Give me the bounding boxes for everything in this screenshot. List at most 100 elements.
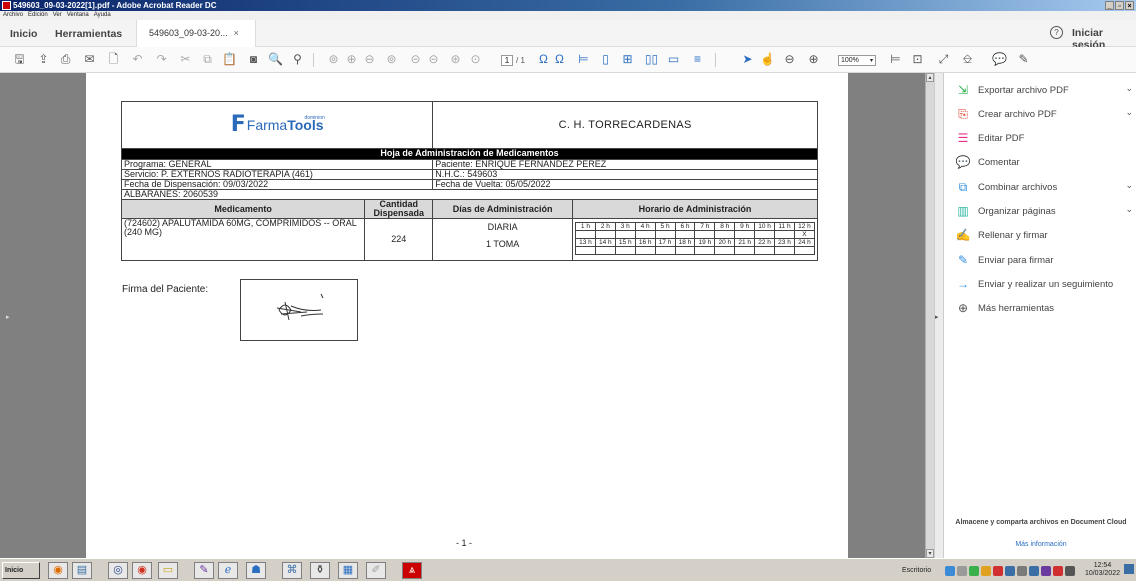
next-view-icon[interactable]: ⊝ [426, 52, 441, 67]
desktop-toolbar-label[interactable]: Escritorio [902, 567, 931, 574]
select-cursor-icon[interactable]: ➤ [740, 52, 755, 67]
save-icon[interactable]: 🖫 [12, 52, 27, 67]
print-icon[interactable]: ⎙ [58, 52, 73, 67]
first-page-icon[interactable]: ⊚ [326, 52, 341, 67]
tool-item-combine-files[interactable]: ⧉ Combinar archivos ⌄ [955, 178, 1133, 196]
chevron-down-icon[interactable]: ⌄ [1125, 83, 1133, 94]
two-page-view-icon[interactable]: ⊞ [620, 52, 635, 67]
tool-icon[interactable]: ✐ [366, 562, 386, 579]
last-page-icon[interactable]: ⊚ [384, 52, 399, 67]
draw-pen-icon[interactable]: ✎ [1016, 52, 1031, 67]
users-icon[interactable]: ☗ [246, 562, 266, 579]
menu-ver[interactable]: Ver [53, 11, 62, 20]
tray-icon[interactable] [1005, 565, 1016, 576]
tool-item-organize-pages[interactable]: ▥ Organizar páginas ⌄ [955, 202, 1133, 220]
zoom-out-icon[interactable]: ⊖ [782, 52, 797, 67]
highlight-icon[interactable]: ⎒ [960, 52, 975, 67]
menu-ayuda[interactable]: Ayuda [94, 11, 111, 20]
tool-item-send-for-signature[interactable]: ✎ Enviar para firmar [955, 251, 1133, 269]
chrome-icon[interactable]: ◉ [132, 562, 152, 579]
redo-icon[interactable]: ↷ [154, 52, 169, 67]
scroll-up-icon[interactable]: ▴ [926, 73, 934, 82]
close-tab-icon[interactable]: × [234, 28, 239, 38]
chevron-down-icon[interactable]: ⌄ [1125, 204, 1133, 215]
next-page-icon[interactable]: ⊖ [362, 52, 377, 67]
tray-icon[interactable] [957, 565, 968, 576]
chevron-down-icon[interactable]: ⌄ [1125, 180, 1133, 191]
tray-icon[interactable] [969, 565, 980, 576]
tool-item-export-pdf[interactable]: ⇲ Exportar archivo PDF ⌄ [955, 81, 1133, 99]
previous-view-icon[interactable]: ⊝ [408, 52, 423, 67]
tray-icon[interactable] [945, 565, 956, 576]
more-info-link[interactable]: Más información [949, 541, 1133, 548]
clock[interactable]: 12:54 10/03/2022 [1085, 562, 1120, 578]
full-screen-icon[interactable]: ▭ [666, 52, 681, 67]
page-view-icon[interactable]: ▯ [598, 52, 613, 67]
tray-icon[interactable] [1053, 565, 1064, 576]
vertical-scrollbar[interactable]: ▴ ▾ [925, 73, 934, 558]
tray-icon[interactable] [1017, 565, 1028, 576]
tab-tools[interactable]: Herramientas [55, 28, 122, 40]
menu-archivo[interactable]: Archivo [3, 11, 23, 20]
fit-width-icon[interactable]: ⊨ [576, 52, 591, 67]
menu-edicion[interactable]: Edición [28, 11, 48, 20]
help-icon[interactable]: ? [1050, 26, 1063, 39]
tab-home[interactable]: Inicio [10, 28, 37, 40]
previous-page-icon[interactable]: ⊕ [344, 52, 359, 67]
tool-item-fill-sign[interactable]: ✍ Rellenar y firmar [955, 226, 1133, 244]
fit-window-icon[interactable]: ⊡ [910, 52, 925, 67]
internet-explorer-icon[interactable]: ℯ [218, 562, 238, 579]
chrome-like-icon[interactable]: ◎ [108, 562, 128, 579]
close-button[interactable]: × [1125, 1, 1134, 10]
comment-toolbar-icon[interactable]: 💬 [992, 52, 1007, 67]
email-icon[interactable]: ✉ [82, 52, 97, 67]
menu-lines-icon[interactable]: ≡ [690, 52, 705, 67]
zoom-select[interactable]: 100% ▾ [838, 55, 876, 66]
calculator-icon[interactable]: ▦ [338, 562, 358, 579]
maximize-button[interactable]: ▫ [1115, 1, 1124, 10]
tray-icon[interactable] [993, 565, 1004, 576]
copy-icon[interactable]: ⧉ [200, 52, 215, 67]
paint-icon[interactable]: ✎ [194, 562, 214, 579]
tool-item-create-pdf[interactable]: ⎘ Crear archivo PDF ⌄ [955, 105, 1133, 123]
minimize-button[interactable]: _ [1105, 1, 1114, 10]
volume-icon[interactable] [1065, 565, 1076, 576]
office-icon[interactable]: ◉ [48, 562, 68, 579]
menu-ventana[interactable]: Ventana [67, 11, 89, 20]
folder-icon[interactable]: ▭ [158, 562, 178, 579]
upload-cloud-icon[interactable]: ⇪ [36, 52, 51, 67]
document-viewer[interactable]: ▸ F Farma Tools dominion C. H. TORRECARDE… [0, 73, 934, 558]
scroll-down-icon[interactable]: ▾ [926, 549, 934, 558]
app-icon[interactable]: ⚱ [310, 562, 330, 579]
tab-document[interactable]: 549603_09-03-20... × [136, 20, 256, 47]
rotate-right-icon[interactable]: Ω [552, 52, 567, 67]
acrobat-taskbar-icon[interactable]: ⩓ [402, 562, 422, 579]
chevron-down-icon[interactable]: ⌄ [1125, 107, 1133, 118]
fit-page-icon[interactable]: ⊨ [888, 52, 903, 67]
tool-item-more-tools[interactable]: ⊕ Más herramientas [955, 299, 1133, 317]
tool-item-send-track[interactable]: → Enviar y realizar un seguimiento [955, 275, 1133, 293]
undo-icon[interactable]: ↶ [130, 52, 145, 67]
paste-icon[interactable]: 📋 [222, 52, 237, 67]
left-panel-toggle-icon[interactable]: ▸ [6, 313, 10, 321]
tool-item-edit-pdf[interactable]: ☰ Editar PDF [955, 129, 1133, 147]
show-desktop-button[interactable] [1124, 564, 1134, 574]
tray-icon[interactable] [981, 565, 992, 576]
search-icon[interactable]: 🔍 [268, 52, 283, 67]
start-button[interactable]: Inicio [2, 562, 40, 579]
read-aloud-icon[interactable]: ⊛ [448, 52, 463, 67]
hand-tool-icon[interactable]: ☝ [760, 52, 775, 67]
tray-icon[interactable] [1041, 565, 1052, 576]
expand-icon[interactable]: ⤢ [936, 52, 951, 67]
collapse-panel-icon[interactable]: ▸ [935, 313, 941, 321]
tray-icon[interactable] [1029, 565, 1040, 576]
snapshot-icon[interactable]: ◙ [246, 52, 261, 67]
up-icon[interactable]: ⊙ [468, 52, 483, 67]
rotate-left-icon[interactable]: Ω [536, 52, 551, 67]
search-document-icon[interactable]: 🗋 [106, 52, 121, 67]
find-binoculars-icon[interactable]: ⚲ [290, 52, 305, 67]
tool-item-comment[interactable]: 💬 Comentar [955, 153, 1133, 171]
network-icon[interactable]: ⌘ [282, 562, 302, 579]
cut-icon[interactable]: ✂ [178, 52, 193, 67]
documents-icon[interactable]: ▤ [72, 562, 92, 579]
